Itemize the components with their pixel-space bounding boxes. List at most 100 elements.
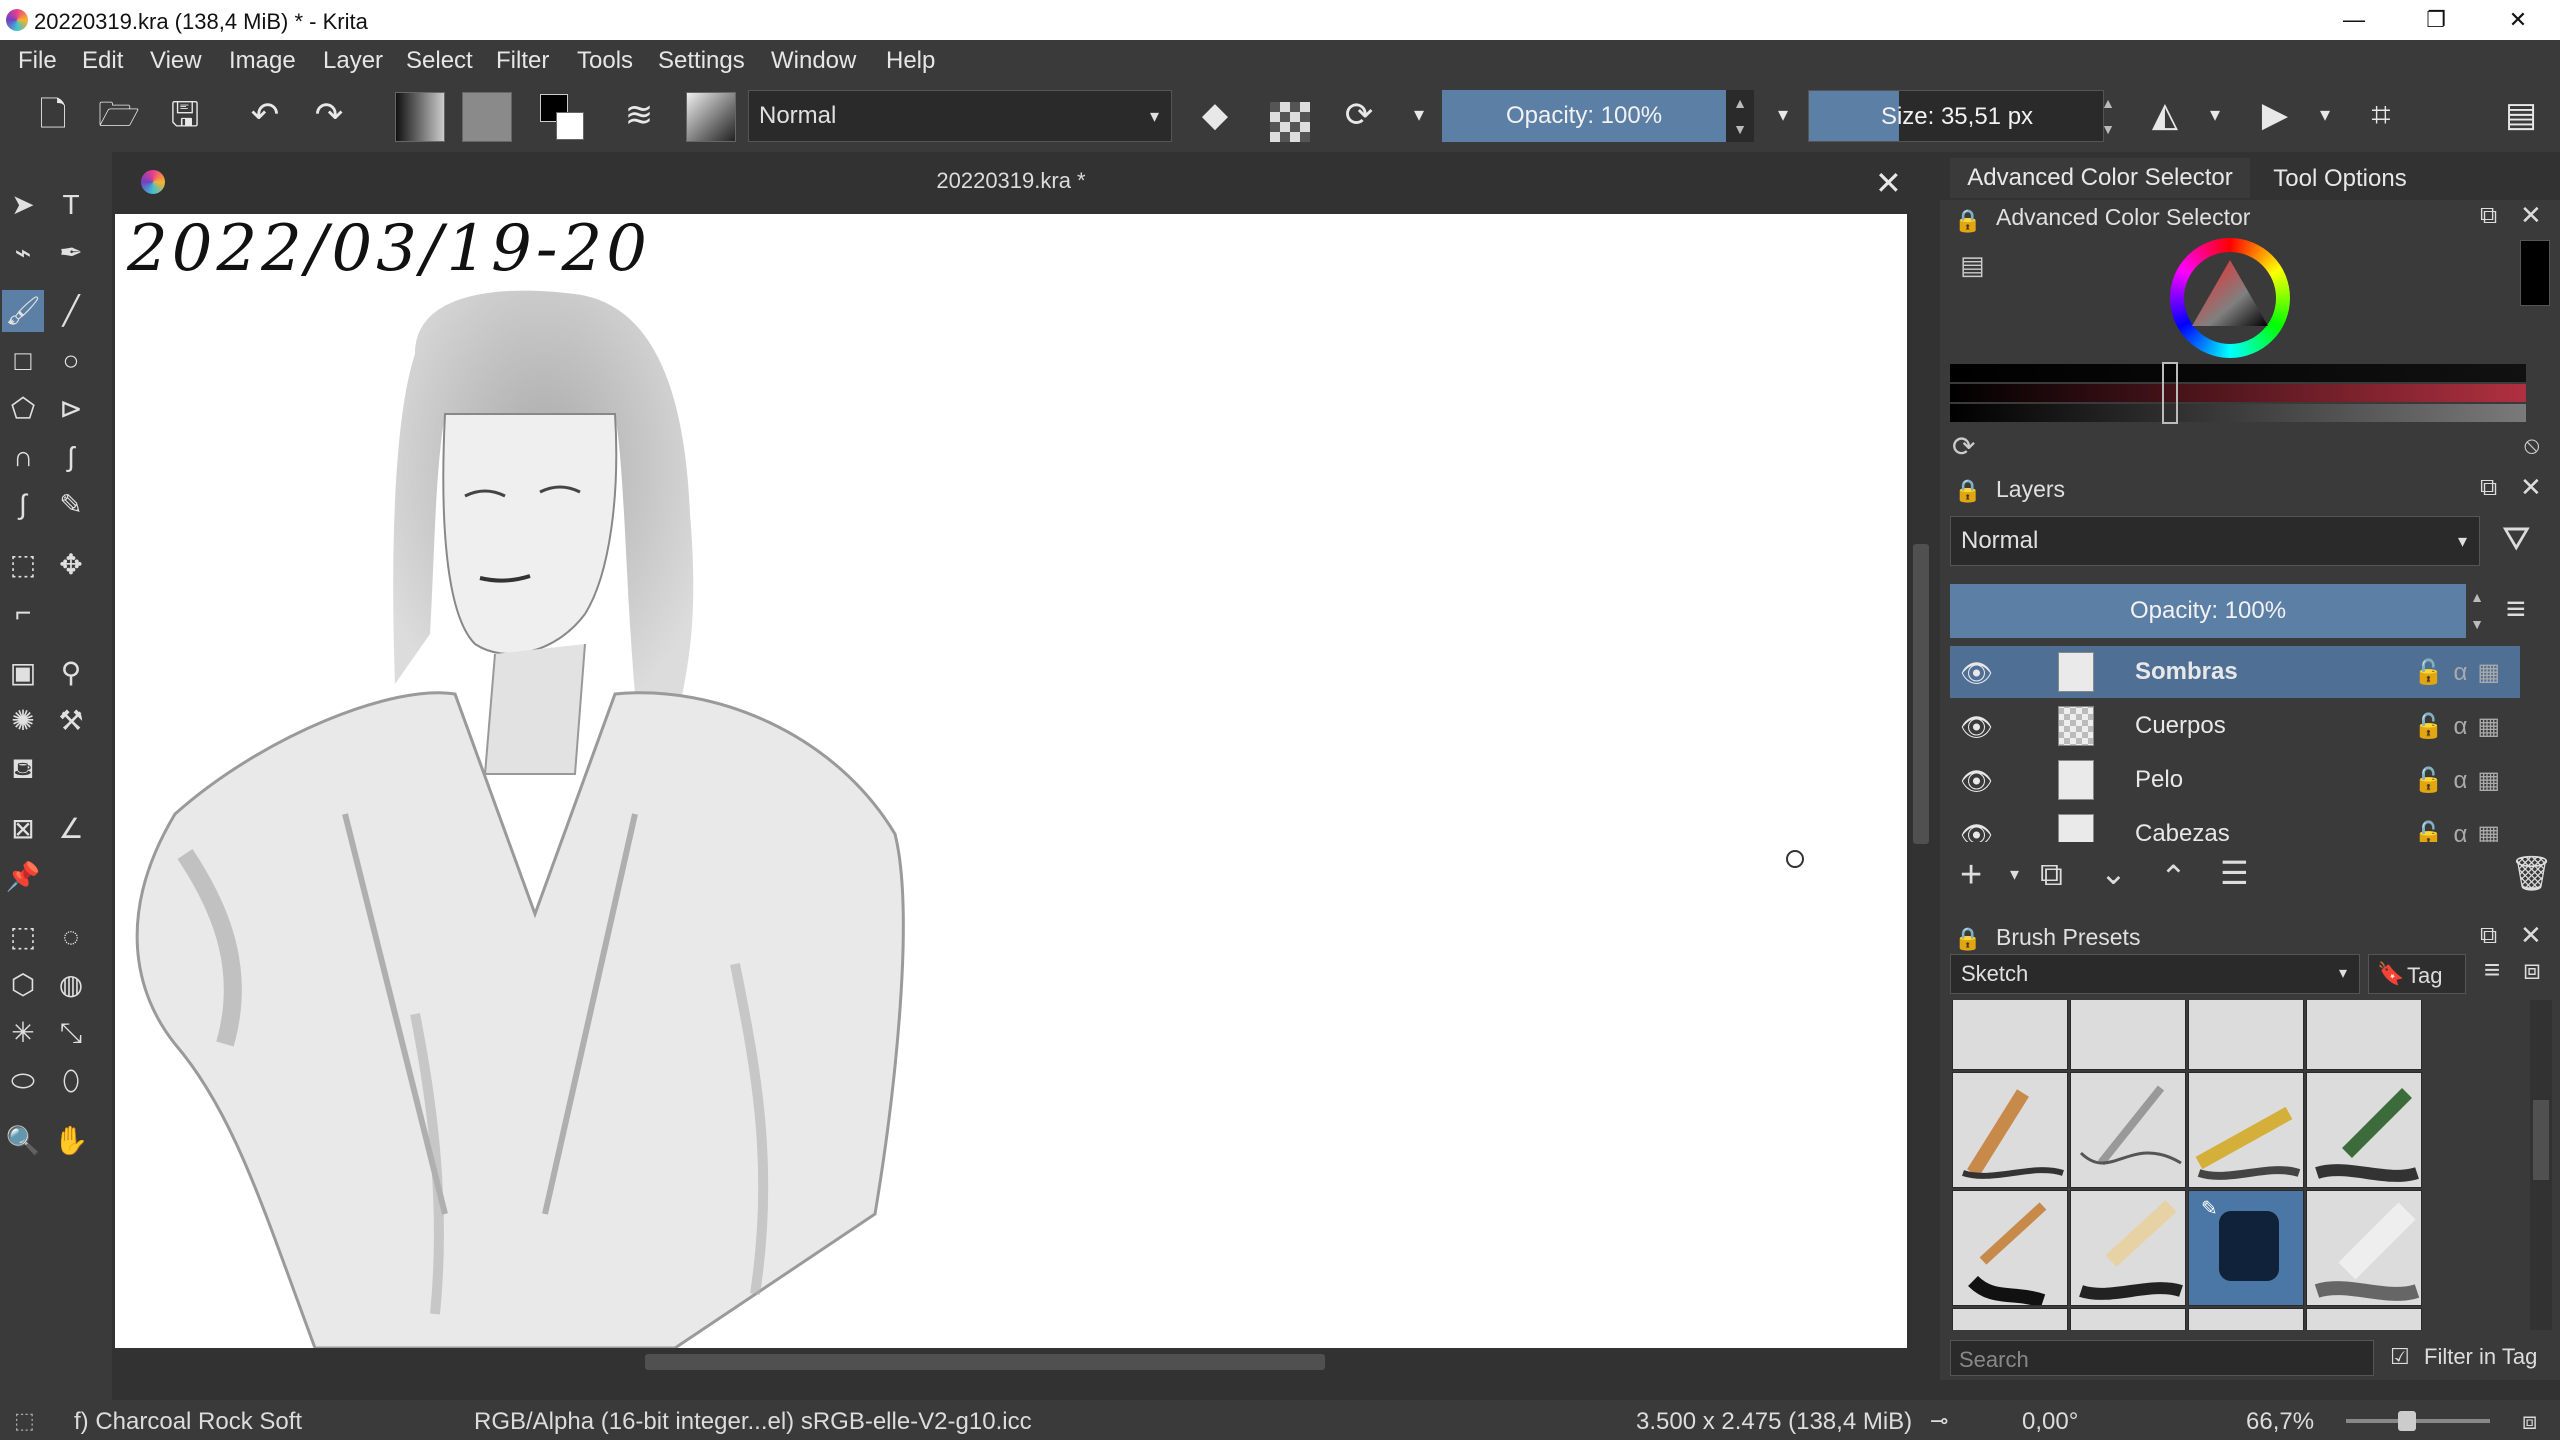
menu-view[interactable]: View	[150, 47, 202, 75]
visibility-eye-icon[interactable]: 👁	[1960, 658, 1993, 688]
menu-edit[interactable]: Edit	[82, 47, 123, 75]
visibility-eye-icon[interactable]: 👁	[1960, 712, 1993, 742]
crop-tool-icon[interactable]: ⌐	[2, 592, 44, 634]
chevron-down-icon[interactable]: ▾	[2190, 90, 2240, 140]
canvas[interactable]: 2022/03/19-20	[115, 214, 1907, 1348]
lock-icon[interactable]: 🔒	[1954, 208, 1981, 234]
brush-preset-tile[interactable]	[1952, 1308, 2068, 1330]
gradient-tool-icon[interactable]: ▣	[2, 652, 44, 694]
brush-preset-tile[interactable]	[2070, 1000, 2186, 1070]
float-docker-icon[interactable]: ⧉	[2480, 202, 2497, 230]
float-docker-icon[interactable]: ⧉	[2480, 922, 2497, 950]
menu-help[interactable]: Help	[886, 47, 935, 75]
layer-properties-icon[interactable]: ☰	[2220, 854, 2249, 892]
new-document-icon[interactable]: 🗋	[28, 90, 78, 140]
opacity-spin-icon[interactable]: ▲ ▼	[1726, 90, 1754, 142]
no-color-icon[interactable]: ⦸	[2524, 432, 2540, 460]
brush-tag-select[interactable]: Sketch ▾	[1950, 954, 2360, 994]
menu-tools[interactable]: Tools	[577, 47, 633, 75]
redo-icon[interactable]: ↷	[304, 90, 354, 140]
layer-blend-mode-select[interactable]: Normal ▾	[1950, 516, 2480, 566]
brush-preset-tile[interactable]	[2306, 1000, 2422, 1070]
ellipse-tool-icon[interactable]: ○	[50, 340, 92, 382]
document-tab-title[interactable]: 20220319.kra *	[115, 168, 1907, 194]
alpha-lock-icon[interactable]	[1270, 102, 1310, 142]
mirror-vertical-icon[interactable]: ▶	[2250, 90, 2300, 140]
menu-filter[interactable]: Filter	[496, 47, 549, 75]
brush-preset-tile[interactable]	[2306, 1308, 2422, 1330]
layer-opacity-slider[interactable]: Opacity: 100%	[1950, 584, 2466, 638]
value-bar[interactable]	[1950, 364, 2526, 382]
slider-marker[interactable]	[2162, 362, 2178, 424]
close-window-button[interactable]: ✕	[2478, 0, 2558, 40]
close-document-icon[interactable]: ✕	[1875, 164, 1902, 202]
brush-storage-icon[interactable]: ⧈	[2514, 954, 2550, 994]
tab-advanced-color-selector[interactable]: Advanced Color Selector	[1950, 158, 2250, 198]
layer-row-cuerpos[interactable]: 👁 Cuerpos 🔓α▦	[1950, 700, 2520, 752]
opacity-slider[interactable]: Opacity: 100%	[1442, 90, 1726, 142]
polygon-select-icon[interactable]: ⬡	[2, 964, 44, 1006]
menu-file[interactable]: File	[18, 47, 57, 75]
brush-search-input[interactable]: Search	[1950, 1340, 2374, 1376]
multibrush-icon[interactable]: ✎	[50, 484, 92, 526]
float-docker-icon[interactable]: ⧉	[2480, 474, 2497, 502]
horizontal-scrollbar[interactable]	[115, 1348, 1907, 1376]
horizontal-scroll-thumb[interactable]	[645, 1354, 1325, 1370]
background-color-swatch[interactable]	[556, 112, 584, 140]
ellipse-select-icon[interactable]: ◌	[50, 916, 92, 958]
similar-select-icon[interactable]: ⤡	[50, 1012, 92, 1054]
layer-opacity-spin-icon[interactable]: ▲ ▼	[2466, 584, 2488, 638]
layer-menu-icon[interactable]: ≡	[2506, 590, 2526, 629]
measure-tool-icon[interactable]: ∠	[50, 808, 92, 850]
maximize-button[interactable]: ❐	[2396, 0, 2476, 40]
canvas-only-icon[interactable]: ⧈	[2522, 1408, 2537, 1436]
size-spin-icon[interactable]: ▲ ▼	[2094, 90, 2122, 142]
layer-property-icons[interactable]: 🔓α▦	[2414, 712, 2510, 741]
brush-preset-tile[interactable]	[2070, 1072, 2186, 1188]
blend-mode-select[interactable]: Normal ▾	[748, 90, 1172, 142]
brush-list-view-icon[interactable]: ≡	[2474, 954, 2510, 994]
edit-shapes-icon[interactable]: ⌁	[2, 232, 44, 274]
layer-property-icons[interactable]: 🔓α▦	[2414, 820, 2510, 842]
select-shapes-icon[interactable]: ➤	[2, 184, 44, 226]
move-tool-icon[interactable]: ✥	[50, 544, 92, 586]
brush-preset-tile[interactable]	[1952, 1072, 2068, 1188]
brush-preset-tile[interactable]	[2306, 1190, 2422, 1306]
vertical-scrollbar[interactable]	[1907, 214, 1935, 1348]
layer-property-icons[interactable]: 🔓α▦	[2414, 658, 2510, 687]
assistant-tool-icon[interactable]: ⊠	[2, 808, 44, 850]
chevron-down-icon[interactable]: ▾	[2300, 90, 2350, 140]
visibility-eye-icon[interactable]: 👁	[1960, 820, 1993, 842]
menu-image[interactable]: Image	[229, 47, 296, 75]
line-tool-icon[interactable]: ╱	[50, 290, 92, 332]
layer-property-icons[interactable]: 🔓α▦	[2414, 766, 2510, 795]
duplicate-layer-icon[interactable]: ⧉	[2040, 856, 2063, 894]
brush-preset-tile[interactable]	[1952, 1000, 2068, 1070]
pan-tool-icon[interactable]: ✋	[50, 1120, 92, 1162]
transform-tool-icon[interactable]: ⬚	[2, 544, 44, 586]
rectangle-tool-icon[interactable]: □	[2, 340, 44, 382]
saturation-bar[interactable]	[1950, 384, 2526, 402]
eraser-icon[interactable]: ◆	[1190, 90, 1240, 140]
gradient-preset-icon[interactable]	[395, 92, 445, 142]
brush-preset-tile[interactable]	[2188, 1308, 2304, 1330]
brush-grid-scroll-thumb[interactable]	[2533, 1100, 2549, 1180]
freehand-path-icon[interactable]: ʃ	[50, 436, 92, 478]
menu-select[interactable]: Select	[406, 47, 473, 75]
minimize-button[interactable]: —	[2314, 0, 2394, 40]
visibility-eye-icon[interactable]: 👁	[1960, 766, 1993, 796]
bezier-curve-icon[interactable]: ∩	[2, 436, 44, 478]
freehand-brush-icon[interactable]: 🖌	[2, 290, 44, 332]
contiguous-select-icon[interactable]: ✳	[2, 1012, 44, 1054]
brush-preset-icon[interactable]	[686, 92, 736, 142]
mirror-horizontal-icon[interactable]: ◭	[2140, 90, 2190, 140]
saturation-triangle[interactable]	[2188, 256, 2272, 340]
menu-layer[interactable]: Layer	[323, 47, 383, 75]
text-tool-icon[interactable]: T	[50, 184, 92, 226]
save-icon[interactable]: 🖫	[160, 90, 210, 140]
open-folder-icon[interactable]: 🗁	[94, 90, 144, 140]
move-layer-down-icon[interactable]: ⌄	[2100, 854, 2127, 892]
colorize-mask-icon[interactable]: ✺	[2, 700, 44, 742]
hue-ring[interactable]	[2170, 238, 2290, 358]
move-layer-up-icon[interactable]: ⌃	[2160, 858, 2187, 896]
